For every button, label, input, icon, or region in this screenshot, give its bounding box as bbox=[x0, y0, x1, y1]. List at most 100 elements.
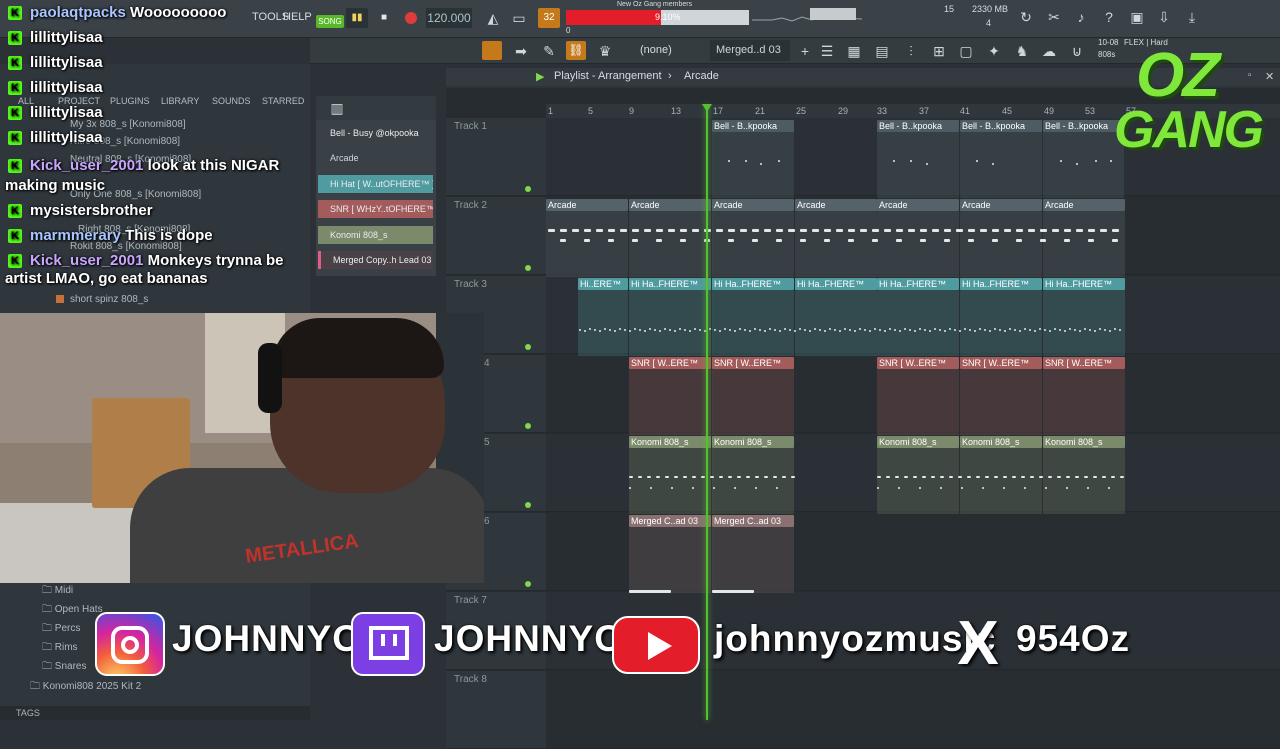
pattern-clip-body[interactable] bbox=[629, 448, 711, 514]
pattern-clip-body[interactable] bbox=[877, 448, 959, 514]
chat-username[interactable]: mysistersbrother bbox=[30, 202, 153, 219]
pattern-clip-body[interactable] bbox=[960, 290, 1042, 356]
channel-merged[interactable]: Merged Copy..h Lead 03 bbox=[318, 251, 433, 269]
browser-tab-plugins[interactable]: PLUGINS bbox=[110, 96, 150, 106]
channel-snr[interactable]: SNR [ WHzY..tOFHERE™ ] bbox=[318, 200, 433, 218]
undo-icon[interactable]: ↻ bbox=[1017, 8, 1035, 26]
preset-select[interactable]: (none) bbox=[640, 44, 672, 56]
pattern-clip-body[interactable] bbox=[712, 132, 794, 198]
track-mute-icon[interactable] bbox=[525, 186, 531, 192]
browser-icon[interactable]: ⊞ bbox=[930, 42, 948, 60]
pattern-clip-body[interactable] bbox=[712, 290, 794, 356]
pattern-clip-body[interactable] bbox=[877, 211, 959, 277]
x-icon[interactable]: X bbox=[946, 612, 1010, 676]
x-handle[interactable]: 954Oz bbox=[1016, 618, 1130, 660]
chat-username[interactable]: lillittylisaa bbox=[30, 129, 103, 146]
folder-item[interactable]: 🗀 Midi bbox=[42, 583, 73, 600]
pattern-clip-body[interactable] bbox=[1043, 290, 1125, 356]
pattern-clip[interactable]: Arcade bbox=[877, 199, 959, 211]
pattern-clip[interactable]: Bell - B..kpooka bbox=[877, 120, 959, 132]
close-icon[interactable]: ✕ bbox=[1265, 70, 1274, 83]
pattern-clip-body[interactable] bbox=[546, 211, 628, 277]
playlist-view-icon[interactable] bbox=[482, 41, 502, 60]
pattern-clip-body[interactable] bbox=[877, 132, 959, 198]
song-mode-toggle[interactable]: SONG bbox=[316, 15, 344, 28]
chat-username[interactable]: lillittylisaa bbox=[30, 54, 103, 71]
youtube-icon[interactable] bbox=[612, 616, 700, 674]
folder-item[interactable]: 🗀 Snares bbox=[42, 659, 86, 676]
pattern-clip[interactable]: Arcade bbox=[1043, 199, 1125, 211]
step-counter[interactable]: 32 bbox=[538, 8, 560, 28]
pattern-clip[interactable]: Arcade bbox=[795, 199, 877, 211]
browser-item[interactable]: short spinz 808_s bbox=[70, 294, 148, 305]
pattern-clip[interactable]: Hi Ha..FHERE™ bbox=[795, 278, 877, 290]
channel-konomi[interactable]: Konomi 808_s bbox=[318, 226, 433, 244]
folder-item[interactable]: 🗀 Open Hats bbox=[42, 602, 103, 619]
pattern-clip[interactable]: Arcade bbox=[712, 199, 794, 211]
pattern-clip-body[interactable] bbox=[712, 211, 794, 277]
track-mute-icon[interactable] bbox=[525, 581, 531, 587]
pattern-clip-body[interactable] bbox=[629, 290, 711, 356]
link-icon[interactable]: ⛓ bbox=[566, 41, 586, 60]
pattern-clip[interactable]: Konomi 808_s bbox=[1043, 436, 1125, 448]
pattern-clip[interactable]: SNR [ W..ERE™ bbox=[877, 357, 959, 369]
cloud-icon[interactable]: ☁ bbox=[1040, 42, 1058, 60]
pattern-clip[interactable]: Konomi 808_s bbox=[712, 436, 794, 448]
pattern-clip-body[interactable] bbox=[712, 448, 794, 514]
track-mute-icon[interactable] bbox=[525, 344, 531, 350]
help-icon[interactable]: ? bbox=[1100, 8, 1118, 26]
browser-tab-starred[interactable]: STARRED bbox=[262, 96, 304, 106]
pattern-clip[interactable]: Konomi 808_s bbox=[877, 436, 959, 448]
chat-username[interactable]: lillittylisaa bbox=[30, 29, 103, 46]
channel-bell[interactable]: Bell - Busy @okpooka bbox=[318, 124, 433, 142]
pattern-select[interactable]: Merged..d 03 bbox=[710, 40, 790, 61]
folder-item[interactable]: 🗀 Konomi808 2025 Kit 2 bbox=[30, 679, 141, 696]
pattern-clip-body[interactable] bbox=[960, 369, 1042, 435]
pattern-clip[interactable]: Hi Ha..FHERE™ bbox=[877, 278, 959, 290]
tempo-icon[interactable]: ♞ bbox=[1013, 42, 1031, 60]
pattern-clip[interactable]: SNR [ W..ERE™ bbox=[629, 357, 711, 369]
chat-username[interactable]: Kick_user_2001 bbox=[30, 157, 143, 174]
pattern-clip[interactable]: SNR [ W..ERE™ bbox=[960, 357, 1042, 369]
pattern-clip[interactable]: Hi Ha..FHERE™ bbox=[960, 278, 1042, 290]
pattern-clip-body[interactable] bbox=[578, 290, 628, 356]
record-icon[interactable] bbox=[405, 12, 417, 24]
track-mute-icon[interactable] bbox=[525, 423, 531, 429]
bulb-icon[interactable]: ✦ bbox=[985, 42, 1003, 60]
pattern-clip[interactable]: Arcade bbox=[546, 199, 628, 211]
playlist-play-icon[interactable]: ▶ bbox=[536, 70, 544, 83]
twitch-icon[interactable] bbox=[351, 612, 425, 676]
pattern-clip[interactable]: Bell - B..kpooka bbox=[960, 120, 1042, 132]
pattern-clip[interactable]: Merged C..ad 03 bbox=[712, 515, 794, 527]
pattern-clip[interactable]: Merged C..ad 03 bbox=[629, 515, 711, 527]
pattern-clip[interactable]: Konomi 808_s bbox=[629, 436, 711, 448]
shop-icon[interactable]: ⊍ bbox=[1068, 42, 1086, 60]
pattern-clip[interactable]: SNR [ W..ERE™ bbox=[712, 357, 794, 369]
track-lane[interactable] bbox=[546, 671, 1280, 749]
folder-item[interactable]: 🗀 Rims bbox=[42, 640, 78, 657]
pattern-clip[interactable]: Hi Ha..FHERE™ bbox=[712, 278, 794, 290]
tempo-display[interactable]: 120.000 bbox=[426, 8, 472, 28]
track-mute-icon[interactable] bbox=[525, 265, 531, 271]
pattern-clip[interactable]: Konomi 808_s bbox=[960, 436, 1042, 448]
track-mute-icon[interactable] bbox=[525, 502, 531, 508]
instagram-icon[interactable] bbox=[95, 612, 165, 676]
menu-help[interactable]: HELP bbox=[283, 11, 312, 23]
pattern-clip-body[interactable] bbox=[795, 290, 877, 356]
mixer-icon[interactable]: ☰ bbox=[818, 42, 836, 60]
chat-username[interactable]: lillittylisaa bbox=[30, 79, 103, 96]
chat-username[interactable]: Kick_user_2001 bbox=[30, 252, 143, 269]
channel-hihat[interactable]: Hi Hat [ W..utOFHERE™ ] bbox=[318, 175, 433, 193]
chat-username[interactable]: lillittylisaa bbox=[30, 104, 103, 121]
pattern-clip-body[interactable] bbox=[1043, 369, 1125, 435]
channel-arcade[interactable]: Arcade bbox=[318, 149, 433, 167]
wait-record-icon[interactable]: ▭ bbox=[510, 9, 528, 27]
chat-username[interactable]: paolaqtpacks bbox=[30, 4, 126, 21]
browser-tab-sounds[interactable]: SOUNDS bbox=[212, 96, 251, 106]
piano-roll-icon[interactable]: ▦ bbox=[845, 42, 863, 60]
piano-icon[interactable]: ▥ bbox=[328, 99, 346, 117]
pattern-clip-body[interactable] bbox=[1043, 448, 1125, 514]
pattern-clip[interactable]: Arcade bbox=[629, 199, 711, 211]
chat-username[interactable]: marmmerary bbox=[30, 227, 121, 244]
export-icon[interactable]: ⇩ bbox=[1155, 8, 1173, 26]
